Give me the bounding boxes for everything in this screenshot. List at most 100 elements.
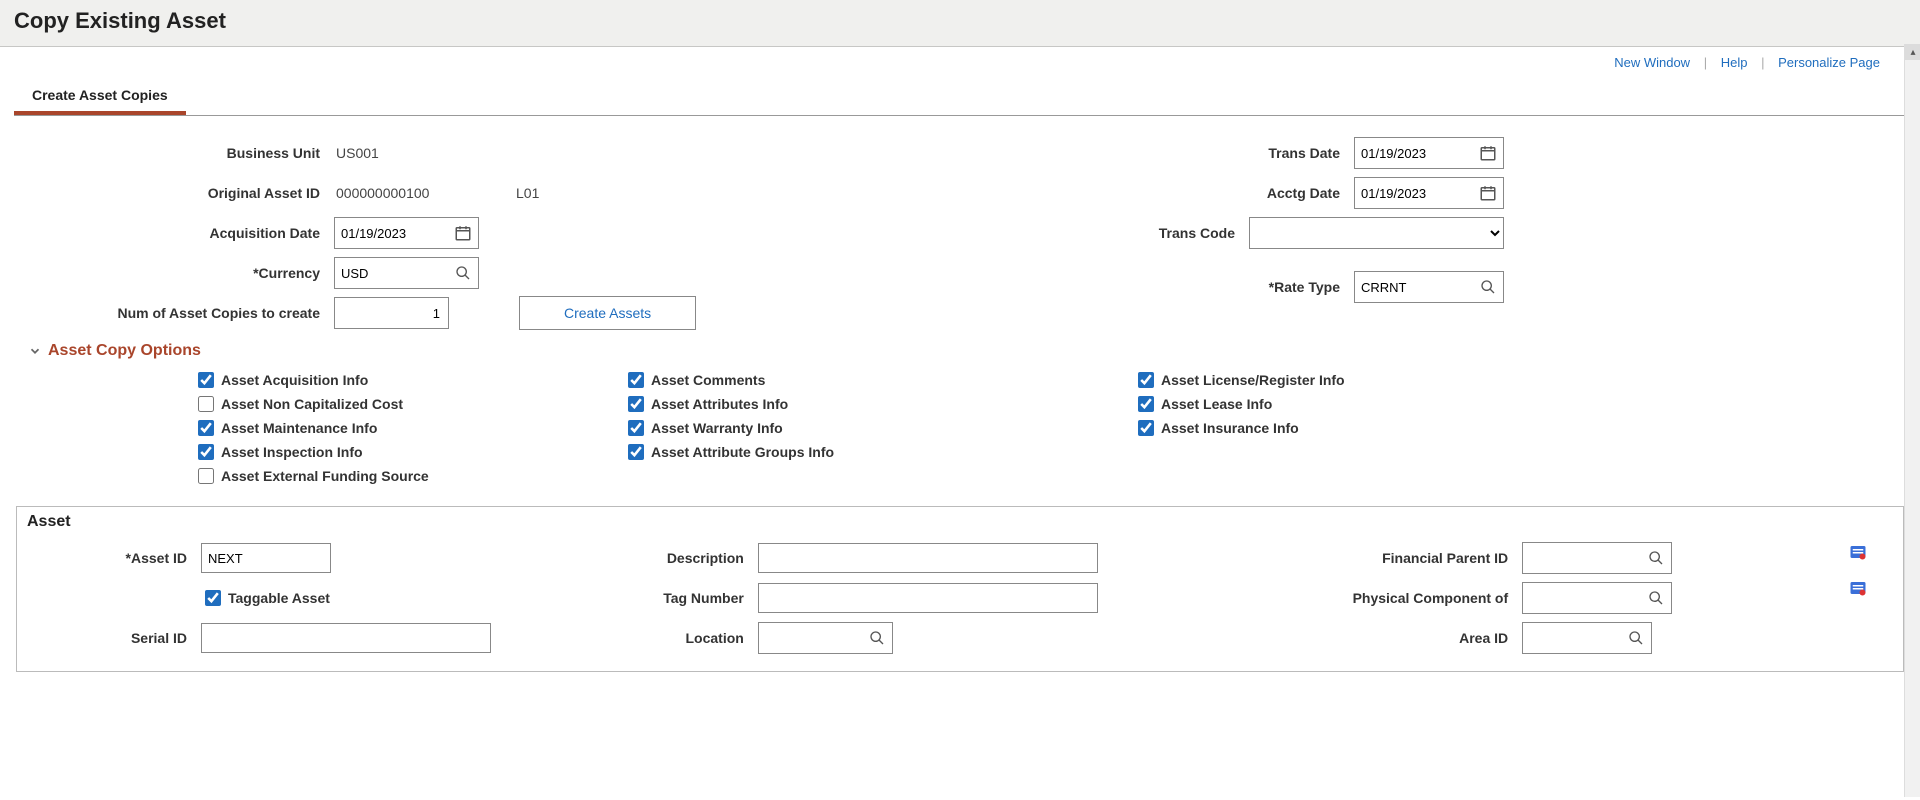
option-label: Asset Inspection Info: [221, 444, 363, 460]
option-asset-license-register-info: Asset License/Register Info: [1134, 368, 1906, 392]
trans-date-input[interactable]: [1355, 139, 1473, 167]
option-checkbox[interactable]: [198, 468, 214, 484]
calendar-icon[interactable]: [1473, 178, 1503, 208]
financial-parent-id-label: Financial Parent ID: [1262, 550, 1512, 566]
option-label: Asset Insurance Info: [1161, 420, 1299, 436]
tag-number-input[interactable]: [758, 583, 1098, 613]
related-link-icon[interactable]: [1849, 579, 1867, 597]
vertical-scrollbar[interactable]: ▴: [1904, 44, 1920, 797]
acctg-date-label: Acctg Date: [1224, 185, 1344, 201]
option-checkbox[interactable]: [198, 372, 214, 388]
scroll-up-arrow[interactable]: ▴: [1905, 44, 1920, 60]
create-assets-button[interactable]: Create Assets: [519, 296, 696, 330]
original-asset-id-row: Original Asset ID 000000000100 L01: [14, 176, 754, 210]
top-links: New Window | Help | Personalize Page: [1604, 55, 1890, 70]
option-checkbox[interactable]: [628, 396, 644, 412]
asset-id-row: *Asset ID: [31, 541, 606, 575]
currency-field[interactable]: [334, 257, 479, 289]
calendar-icon[interactable]: [448, 218, 478, 248]
option-label: Asset Maintenance Info: [221, 420, 377, 436]
new-window-link[interactable]: New Window: [1604, 55, 1700, 70]
trans-date-field[interactable]: [1354, 137, 1504, 169]
search-icon[interactable]: [1473, 272, 1503, 302]
num-copies-row: Num of Asset Copies to create Create Ass…: [14, 296, 754, 330]
personalize-page-link[interactable]: Personalize Page: [1768, 55, 1890, 70]
rate-type-input[interactable]: [1355, 273, 1473, 301]
financial-parent-id-input[interactable]: [1523, 544, 1641, 572]
acctg-date-input[interactable]: [1355, 179, 1473, 207]
location-input[interactable]: [759, 624, 862, 652]
trans-code-row: Trans Code: [1119, 216, 1504, 250]
original-asset-id-label: Original Asset ID: [14, 185, 324, 201]
option-checkbox[interactable]: [628, 372, 644, 388]
serial-id-input[interactable]: [201, 623, 491, 653]
option-label: Asset Non Capitalized Cost: [221, 396, 403, 412]
physical-component-field[interactable]: [1522, 582, 1672, 614]
options-grid: Asset Acquisition Info Asset Non Capitali…: [14, 368, 1906, 488]
trans-code-select[interactable]: [1249, 217, 1504, 249]
option-label: Asset Warranty Info: [651, 420, 783, 436]
option-checkbox[interactable]: [198, 420, 214, 436]
serial-id-label: Serial ID: [31, 630, 191, 646]
business-unit-label: Business Unit: [14, 145, 324, 161]
option-asset-attribute-groups-info: Asset Attribute Groups Info: [624, 440, 1134, 464]
num-copies-input[interactable]: [334, 297, 449, 329]
location-row: Location: [618, 621, 1250, 655]
search-icon[interactable]: [1641, 543, 1671, 573]
acquisition-date-row: Acquisition Date: [14, 216, 754, 250]
option-label: Asset License/Register Info: [1161, 372, 1345, 388]
search-icon[interactable]: [1621, 623, 1651, 653]
acquisition-date-field[interactable]: [334, 217, 479, 249]
asset-group: Asset *Asset ID Taggable Asset Serial ID: [16, 506, 1904, 672]
option-checkbox[interactable]: [628, 420, 644, 436]
description-label: Description: [618, 550, 748, 566]
option-label: Asset Acquisition Info: [221, 372, 368, 388]
asset-group-legend: Asset: [27, 513, 71, 531]
calendar-icon[interactable]: [1473, 138, 1503, 168]
acquisition-date-input[interactable]: [335, 219, 448, 247]
original-asset-id-extra: L01: [514, 185, 539, 201]
option-checkbox[interactable]: [1138, 396, 1154, 412]
help-link[interactable]: Help: [1711, 55, 1758, 70]
area-id-field[interactable]: [1522, 622, 1652, 654]
area-id-input[interactable]: [1523, 624, 1621, 652]
link-separator: |: [1704, 55, 1707, 70]
currency-input[interactable]: [335, 259, 448, 287]
description-input[interactable]: [758, 543, 1098, 573]
location-field[interactable]: [758, 622, 893, 654]
trans-date-row: Trans Date: [1224, 136, 1504, 170]
acctg-date-field[interactable]: [1354, 177, 1504, 209]
option-asset-attributes-info: Asset Attributes Info: [624, 392, 1134, 416]
link-separator: |: [1761, 55, 1764, 70]
asset-copy-options-toggle[interactable]: Asset Copy Options: [14, 338, 1906, 368]
taggable-label: Taggable Asset: [228, 590, 330, 606]
original-asset-id-value: 000000000100: [334, 185, 504, 201]
option-asset-acquisition-info: Asset Acquisition Info: [194, 368, 624, 392]
asset-id-input[interactable]: [201, 543, 331, 573]
option-checkbox[interactable]: [1138, 372, 1154, 388]
asset-id-label: *Asset ID: [31, 550, 191, 566]
page-title: Copy Existing Asset: [14, 8, 226, 33]
financial-parent-id-field[interactable]: [1522, 542, 1672, 574]
search-icon[interactable]: [448, 258, 478, 288]
rate-type-label: *Rate Type: [1224, 279, 1344, 295]
option-asset-comments: Asset Comments: [624, 368, 1134, 392]
option-asset-maintenance-info: Asset Maintenance Info: [194, 416, 624, 440]
tab-create-asset-copies[interactable]: Create Asset Copies: [14, 77, 186, 115]
description-row: Description: [618, 541, 1250, 575]
rate-type-field[interactable]: [1354, 271, 1504, 303]
physical-component-input[interactable]: [1523, 584, 1641, 612]
search-icon[interactable]: [1641, 583, 1671, 613]
option-checkbox[interactable]: [1138, 420, 1154, 436]
related-link-icon[interactable]: [1849, 543, 1867, 561]
option-checkbox[interactable]: [628, 444, 644, 460]
taggable-checkbox[interactable]: [205, 590, 221, 606]
option-checkbox[interactable]: [198, 396, 214, 412]
physical-component-label: Physical Component of: [1262, 590, 1512, 606]
business-unit-value: US001: [334, 145, 379, 161]
search-icon[interactable]: [862, 623, 892, 653]
num-copies-label: Num of Asset Copies to create: [14, 305, 324, 321]
option-checkbox[interactable]: [198, 444, 214, 460]
tab-bar: Create Asset Copies: [14, 77, 1906, 116]
acctg-date-row: Acctg Date: [1224, 176, 1504, 210]
